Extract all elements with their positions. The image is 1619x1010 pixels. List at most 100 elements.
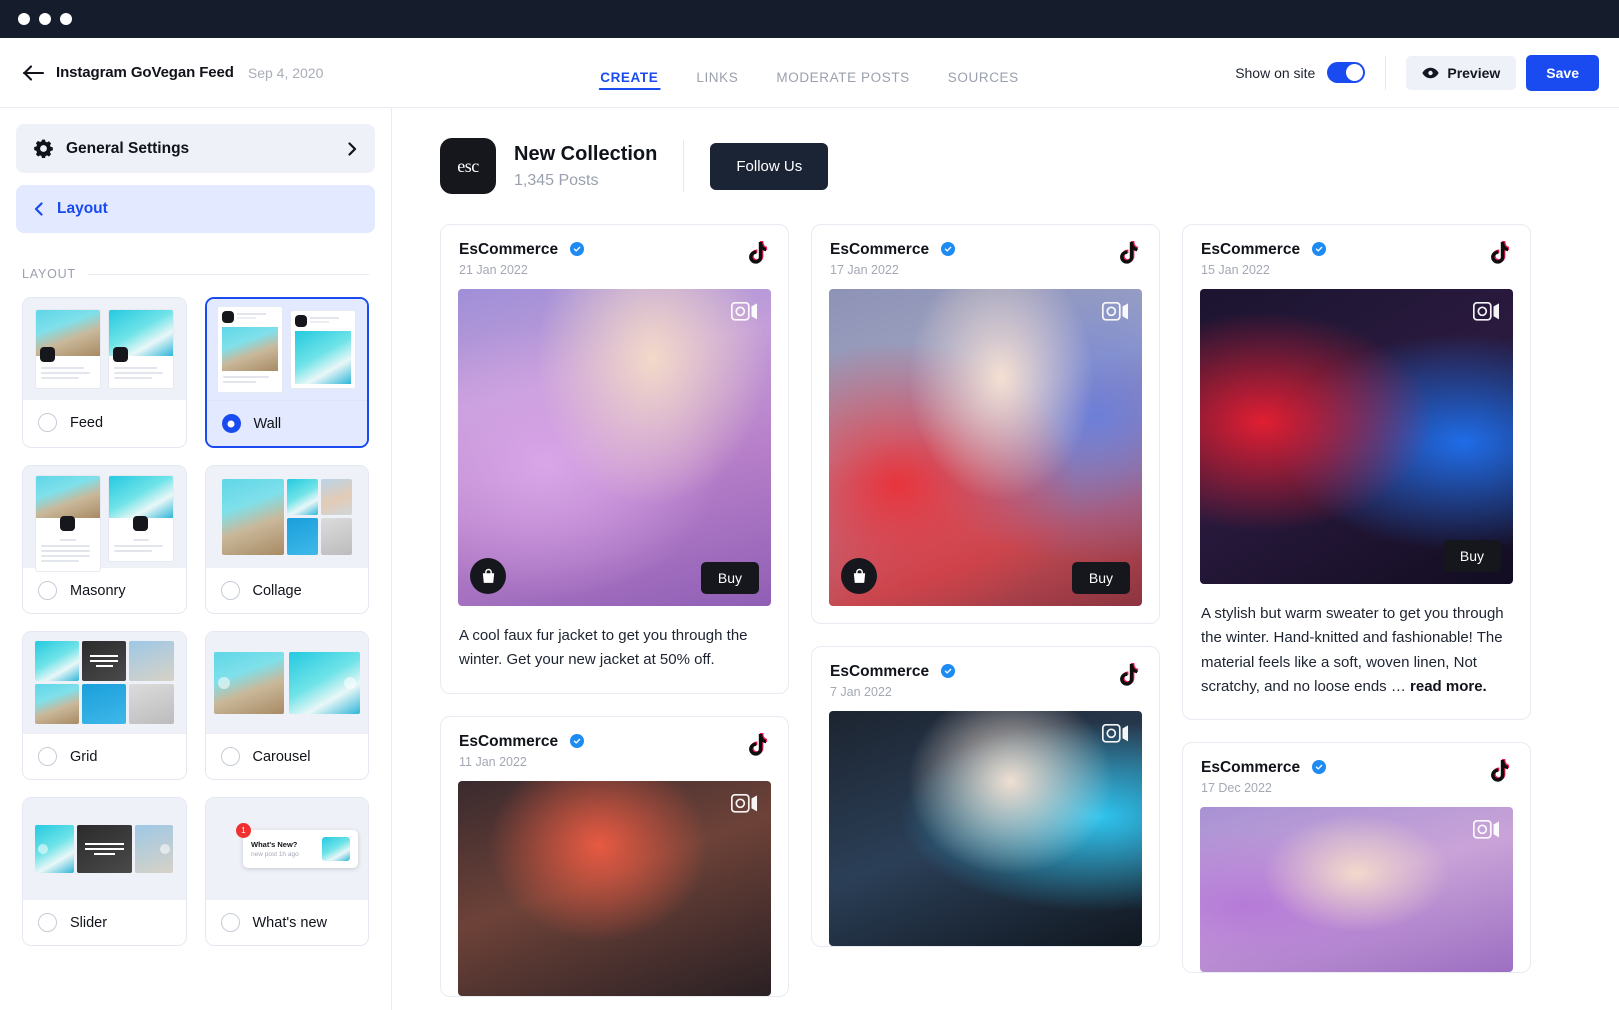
show-on-site-toggle[interactable] [1327,62,1365,83]
buy-button[interactable]: Buy [1443,540,1501,572]
layout-option-masonry[interactable]: Masonry [22,465,187,614]
layout-option-wall[interactable]: Wall [205,297,370,448]
whats-new-preview-title: What's New? [251,840,315,849]
post-date: 17 Dec 2022 [1201,781,1326,795]
shopping-bag-icon[interactable] [841,558,877,594]
layout-option-whats-new-label: What's new [253,915,328,931]
buy-button[interactable]: Buy [701,562,759,594]
tab-create[interactable]: CREATE [598,44,660,107]
post-username: EsCommerce [830,663,929,680]
tiktok-icon [1490,241,1512,270]
preview-label: Preview [1447,65,1500,81]
verified-badge-icon [941,242,955,256]
save-button[interactable]: Save [1526,55,1599,91]
post-media[interactable] [1200,807,1513,972]
gallery-icon [731,794,758,818]
post-card[interactable]: EsCommerce 21 Jan 2022 [440,224,789,694]
tab-moderate-posts[interactable]: MODERATE POSTS [774,44,911,107]
gallery-icon [1473,302,1500,326]
gear-icon [34,139,53,158]
follow-us-button[interactable]: Follow Us [710,143,828,190]
post-caption: A stylish but warm sweater to get you th… [1183,584,1530,719]
layout-option-collage[interactable]: Collage [205,465,370,614]
read-more-link[interactable]: read more. [1410,678,1487,695]
post-media[interactable] [458,781,771,996]
arrow-left-icon [23,65,45,81]
post-media[interactable] [829,711,1142,946]
whats-new-preview-subtitle: new post 1h ago [251,851,315,858]
radio-collage[interactable] [221,581,240,600]
window-dot-1[interactable] [18,13,30,25]
whats-new-badge: 1 [236,823,251,838]
post-image [458,781,771,996]
sidebar-item-general-settings[interactable]: General Settings [16,124,375,173]
radio-grid[interactable] [38,747,57,766]
layout-option-slider-label: Slider [70,915,107,931]
radio-carousel[interactable] [221,747,240,766]
post-card[interactable]: EsCommerce 17 Jan 2022 [811,224,1160,624]
shopping-bag-icon[interactable] [470,558,506,594]
tab-links[interactable]: LINKS [694,44,740,107]
post-card[interactable]: EsCommerce 17 Dec 2022 [1182,742,1531,973]
radio-whats-new[interactable] [221,913,240,932]
radio-slider[interactable] [38,913,57,932]
layout-option-whats-new[interactable]: 1 What's New? new post 1h ago What's new [205,797,370,946]
post-caption: A cool faux fur jacket to get you throug… [441,606,788,693]
settings-sidebar: General Settings Layout LAYOUT [0,108,392,1010]
verified-badge-icon [1312,760,1326,774]
layout-option-slider[interactable]: Slider [22,797,187,946]
sidebar-general-settings-label: General Settings [66,140,189,158]
wall-column-3: EsCommerce 15 Jan 2022 [1182,224,1531,973]
layout-option-wall-label: Wall [254,416,282,432]
tiktok-icon [748,241,770,270]
radio-masonry[interactable] [38,581,57,600]
tiktok-icon [1119,241,1141,270]
verified-badge-icon [570,734,584,748]
window-titlebar [0,0,1619,38]
collage-preview-thumb [206,466,369,567]
carousel-preview-thumb [206,632,369,733]
radio-wall[interactable] [222,414,241,433]
show-on-site-label: Show on site [1235,65,1315,81]
tab-sources[interactable]: SOURCES [946,44,1021,107]
layout-options-grid: Feed Wall [16,297,375,946]
post-username: EsCommerce [459,241,558,258]
gallery-icon [1102,724,1129,748]
post-username: EsCommerce [1201,759,1300,776]
buy-button[interactable]: Buy [1072,562,1130,594]
app-header: Instagram GoVegan Feed Sep 4, 2020 CREAT… [0,38,1619,108]
wall-column-2: EsCommerce 17 Jan 2022 [811,224,1160,947]
radio-feed[interactable] [38,413,57,432]
preview-button[interactable]: Preview [1406,56,1516,90]
window-dot-2[interactable] [39,13,51,25]
layout-option-feed[interactable]: Feed [22,297,187,448]
post-card[interactable]: EsCommerce 15 Jan 2022 [1182,224,1531,720]
layout-option-grid[interactable]: Grid [22,631,187,780]
header-actions: Show on site Preview Save [1235,55,1619,91]
window-dot-3[interactable] [60,13,72,25]
post-media[interactable]: Buy [1200,289,1513,584]
project-date: Sep 4, 2020 [248,65,324,81]
wall-column-1: EsCommerce 21 Jan 2022 [440,224,789,997]
post-date: 7 Jan 2022 [830,685,955,699]
post-media[interactable]: Buy [458,289,771,606]
post-card[interactable]: EsCommerce 11 Jan 2022 [440,716,789,997]
post-media[interactable]: Buy [829,289,1142,606]
tiktok-icon [748,733,770,762]
post-date: 21 Jan 2022 [459,263,584,277]
post-header: EsCommerce 21 Jan 2022 [441,225,788,289]
feed-name: New Collection [514,143,657,166]
layout-option-carousel[interactable]: Carousel [205,631,370,780]
gallery-icon [1473,820,1500,844]
slider-preview-thumb [23,798,186,899]
sidebar-item-layout[interactable]: Layout [16,185,375,233]
section-divider [88,274,369,275]
post-username: EsCommerce [1201,241,1300,258]
header-divider [1385,56,1386,90]
post-card[interactable]: EsCommerce 7 Jan 2022 [811,646,1160,947]
back-arrow-icon[interactable] [20,59,48,87]
chevron-right-icon [348,142,357,156]
verified-badge-icon [941,664,955,678]
post-image [1200,807,1513,972]
gallery-icon [1102,302,1129,326]
